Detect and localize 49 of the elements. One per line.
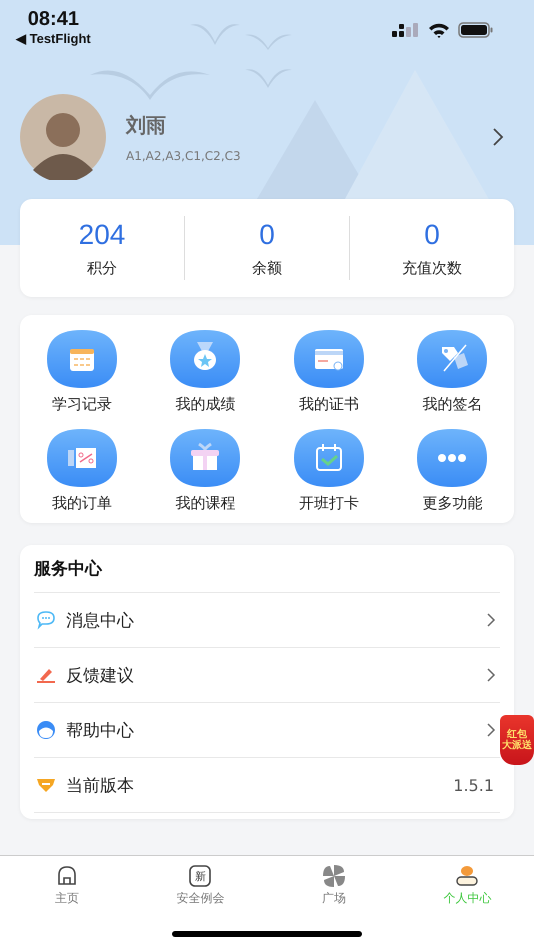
feature-label[interactable]: 我的证书 — [298, 395, 359, 414]
stat-value: 204 — [78, 218, 126, 250]
chevron-right-icon — [492, 127, 504, 147]
more-icon — [416, 428, 488, 488]
calendar-icon — [46, 329, 118, 389]
gift-icon — [169, 428, 242, 488]
battery-icon — [458, 22, 494, 38]
person-head-icon — [36, 720, 56, 740]
feature-label[interactable]: 我的订单 — [52, 494, 112, 513]
signal-icon — [392, 22, 420, 38]
feature-label[interactable]: 更多功能 — [422, 494, 482, 513]
feature-label[interactable]: 我的课程 — [175, 494, 236, 513]
news-icon: 新 — [188, 864, 212, 888]
avatar-icon — [20, 94, 106, 180]
feature-label[interactable]: 我的成绩 — [175, 395, 236, 414]
service-row[interactable]: 帮助中心 — [34, 703, 500, 758]
status-time: 08:41 — [28, 8, 79, 31]
calendar-check-icon — [292, 428, 365, 488]
envelope-promo-badge[interactable]: 红包 大派送 — [500, 715, 534, 765]
user-name: 刘雨 — [126, 112, 167, 138]
row-label: 帮助中心 — [66, 720, 134, 742]
feature-label[interactable]: 开班打卡 — [298, 494, 359, 513]
certificate-icon — [292, 329, 365, 389]
row-label: 当前版本 — [66, 774, 134, 796]
version-number: 1.5.1 — [453, 776, 494, 794]
stat-value: 0 — [424, 218, 440, 250]
row-label: 消息中心 — [66, 610, 134, 632]
feature-label[interactable]: 学习记录 — [52, 395, 112, 414]
row-label: 反馈建议 — [66, 664, 134, 686]
feature-label[interactable]: 我的签名 — [422, 395, 482, 414]
stat-label: 积分 — [87, 258, 117, 278]
stat-label: 余额 — [252, 258, 282, 278]
medal-icon — [169, 329, 242, 389]
stat-label: 充值次数 — [402, 258, 462, 278]
service-row[interactable]: 反馈建议 — [34, 648, 500, 703]
tab[interactable]: 广场 — [267, 864, 400, 907]
section-title: 服务中心 — [34, 545, 500, 593]
pinwheel-icon — [322, 864, 346, 888]
back-to-app-link[interactable]: ◀ TestFlight — [16, 31, 91, 46]
tab[interactable]: 新 安全例会 — [134, 864, 267, 907]
tag-icon — [416, 329, 488, 389]
person-icon — [455, 864, 480, 888]
stat-value: 0 — [259, 218, 275, 250]
tab[interactable]: 主页 — [0, 864, 134, 907]
license-classes: A1,A2,A3,C1,C2,C3 — [126, 148, 242, 162]
chat-bubble-icon — [36, 610, 56, 630]
coupon-icon — [46, 428, 118, 488]
service-row[interactable]: 消息中心 — [34, 593, 500, 648]
wifi-icon — [428, 22, 450, 38]
